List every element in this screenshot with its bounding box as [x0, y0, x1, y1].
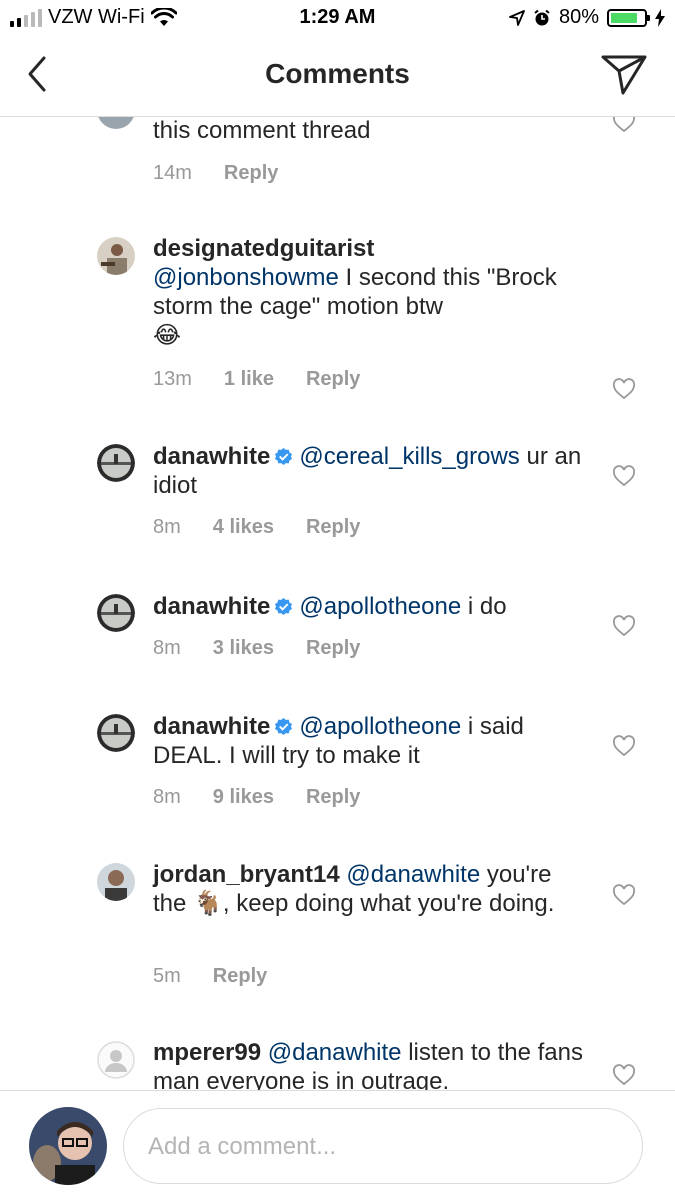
heart-icon[interactable] — [612, 615, 636, 637]
mention-link[interactable]: @apollotheone — [299, 593, 461, 620]
verified-badge-icon — [275, 717, 293, 736]
battery-icon — [607, 8, 650, 27]
comment-text: this comment thread — [153, 117, 371, 144]
comment-input-wrapper — [123, 1108, 643, 1185]
reply-button[interactable]: Reply — [213, 965, 267, 988]
username[interactable]: designatedguitarist — [153, 235, 374, 262]
mention-link[interactable]: @cereal_kills_grows — [299, 443, 519, 470]
mention-link[interactable]: @danawhite — [268, 1039, 402, 1066]
avatar[interactable] — [97, 714, 135, 752]
status-bar: VZW Wi-Fi 1:29 AM 80% — [0, 0, 675, 36]
likes-count[interactable]: 3 likes — [213, 637, 274, 660]
heart-icon[interactable] — [612, 735, 636, 757]
avatar[interactable] — [97, 117, 135, 129]
avatar[interactable] — [97, 863, 135, 901]
comment-list[interactable]: this comment thread 14m Reply designated… — [0, 117, 675, 1090]
heart-icon[interactable] — [612, 378, 636, 400]
comment-composer — [0, 1090, 675, 1201]
mention-link[interactable]: @jonbonshowme — [153, 264, 339, 291]
alarm-clock-icon — [534, 9, 550, 25]
heart-icon[interactable] — [612, 117, 636, 133]
reply-button[interactable]: Reply — [306, 637, 360, 660]
comment-text: i do — [461, 593, 507, 620]
emoji: 🐐 — [193, 890, 223, 917]
direct-send-icon[interactable] — [601, 54, 647, 96]
likes-count[interactable]: 9 likes — [213, 786, 274, 809]
reply-button[interactable]: Reply — [306, 516, 360, 539]
comment-time: 5m — [153, 965, 181, 987]
battery-percent: 80% — [558, 6, 599, 28]
verified-badge-icon — [275, 597, 293, 616]
nav-header: Comments — [0, 36, 675, 117]
likes-count[interactable]: 1 like — [224, 368, 274, 391]
mention-link[interactable]: @danawhite — [346, 861, 480, 888]
avatar[interactable] — [97, 594, 135, 632]
default-avatar-icon[interactable] — [97, 1041, 135, 1079]
username[interactable]: danawhite — [153, 593, 270, 620]
mention-link[interactable]: @apollotheone — [299, 713, 461, 740]
heart-icon[interactable] — [612, 1064, 636, 1086]
heart-icon[interactable] — [612, 884, 636, 906]
reply-button[interactable]: Reply — [306, 786, 360, 809]
likes-count[interactable]: 4 likes — [213, 516, 274, 539]
username[interactable]: jordan_bryant14 — [153, 861, 340, 888]
username[interactable]: danawhite — [153, 713, 270, 740]
username[interactable]: danawhite — [153, 443, 270, 470]
comment-time: 14m — [153, 162, 192, 184]
comment-time: 8m — [153, 637, 181, 659]
page-title: Comments — [265, 58, 410, 89]
heart-icon[interactable] — [612, 465, 636, 487]
verified-badge-icon — [275, 447, 293, 466]
emoji: 😂 — [153, 322, 182, 349]
comment-input[interactable] — [146, 1109, 620, 1185]
reply-button[interactable]: Reply — [306, 368, 360, 391]
avatar[interactable] — [97, 237, 135, 275]
comment-time: 8m — [153, 516, 181, 538]
comment-time: 8m — [153, 786, 181, 808]
reply-button[interactable]: Reply — [224, 162, 278, 185]
charging-bolt-icon — [655, 8, 665, 27]
comment-text: , keep doing what you're doing. — [222, 890, 555, 917]
avatar[interactable] — [97, 444, 135, 482]
username[interactable]: mperer99 — [153, 1039, 261, 1066]
comment-time: 13m — [153, 368, 192, 390]
current-user-avatar[interactable] — [29, 1107, 107, 1185]
location-arrow-icon — [509, 9, 525, 26]
